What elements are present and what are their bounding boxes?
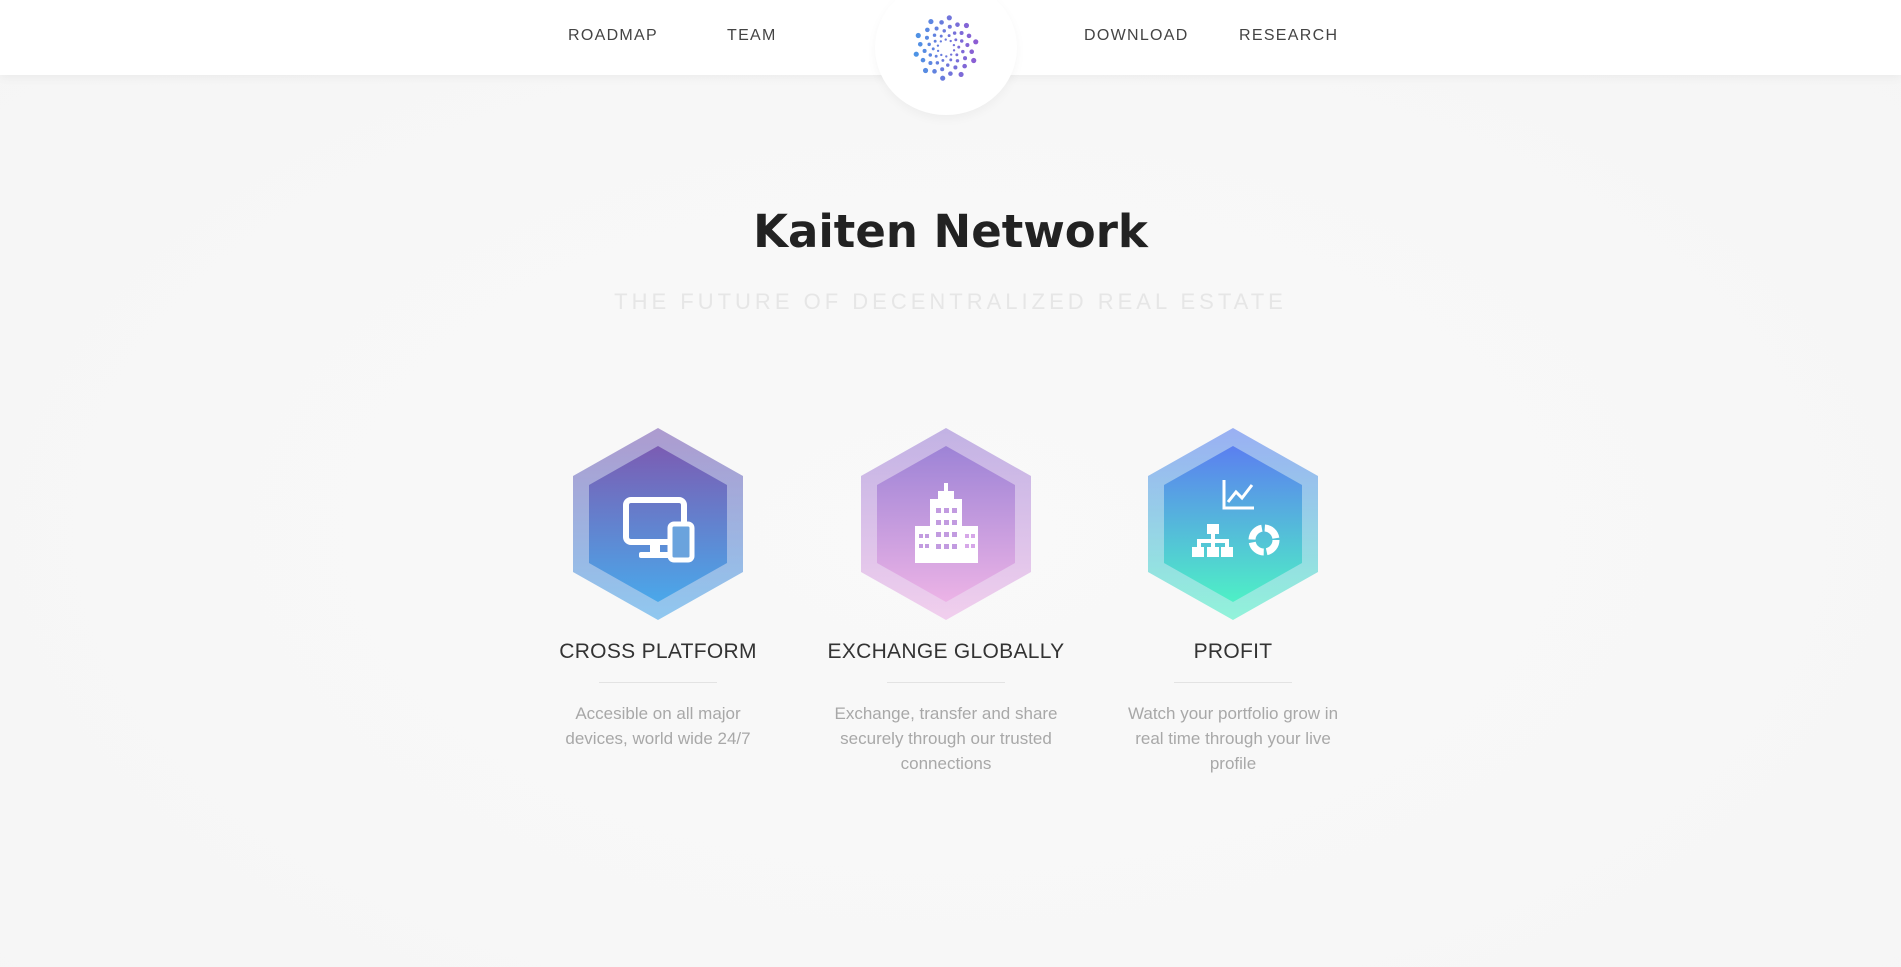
analytics-icon bbox=[1192, 480, 1280, 557]
feature-title: PROFIT bbox=[1193, 640, 1273, 663]
page-subtitle: THE FUTURE OF DECENTRALIZED REAL ESTATE bbox=[614, 289, 1287, 314]
feature-title: EXCHANGE GLOBALLY bbox=[827, 640, 1065, 663]
building-icon bbox=[915, 483, 978, 563]
feature-cross-platform: CROSS PLATFORM Accesible on all major de… bbox=[538, 428, 778, 751]
logo-button[interactable] bbox=[875, 0, 1017, 115]
nav-link-research[interactable]: RESEARCH bbox=[1239, 27, 1338, 45]
page: ROADMAP TEAM DOWNLOAD RESEARCH Kaiten Ne… bbox=[0, 0, 1901, 967]
hexagon-badge bbox=[573, 428, 743, 620]
nav-link-team[interactable]: TEAM bbox=[727, 27, 777, 45]
divider bbox=[1174, 682, 1292, 683]
divider bbox=[599, 682, 717, 683]
feature-exchange-globally: EXCHANGE GLOBALLY Exchange, transfer and… bbox=[826, 428, 1066, 776]
feature-description: Watch your portfolio grow in real time t… bbox=[1127, 704, 1339, 773]
divider bbox=[887, 682, 1005, 683]
page-title: Kaiten Network bbox=[753, 205, 1148, 258]
nav-link-roadmap[interactable]: ROADMAP bbox=[568, 27, 658, 45]
devices-icon bbox=[623, 497, 695, 563]
hexagon-badge bbox=[1148, 428, 1318, 620]
feature-description: Accesible on all major devices, world wi… bbox=[565, 704, 751, 748]
nav-link-download[interactable]: DOWNLOAD bbox=[1084, 27, 1189, 45]
feature-title: CROSS PLATFORM bbox=[559, 640, 757, 663]
spiral-dots-logo-icon bbox=[913, 15, 979, 81]
hexagon-badge bbox=[861, 428, 1031, 620]
feature-profit: PROFIT Watch your portfolio grow in real… bbox=[1113, 428, 1353, 776]
feature-description: Exchange, transfer and share securely th… bbox=[834, 704, 1058, 773]
